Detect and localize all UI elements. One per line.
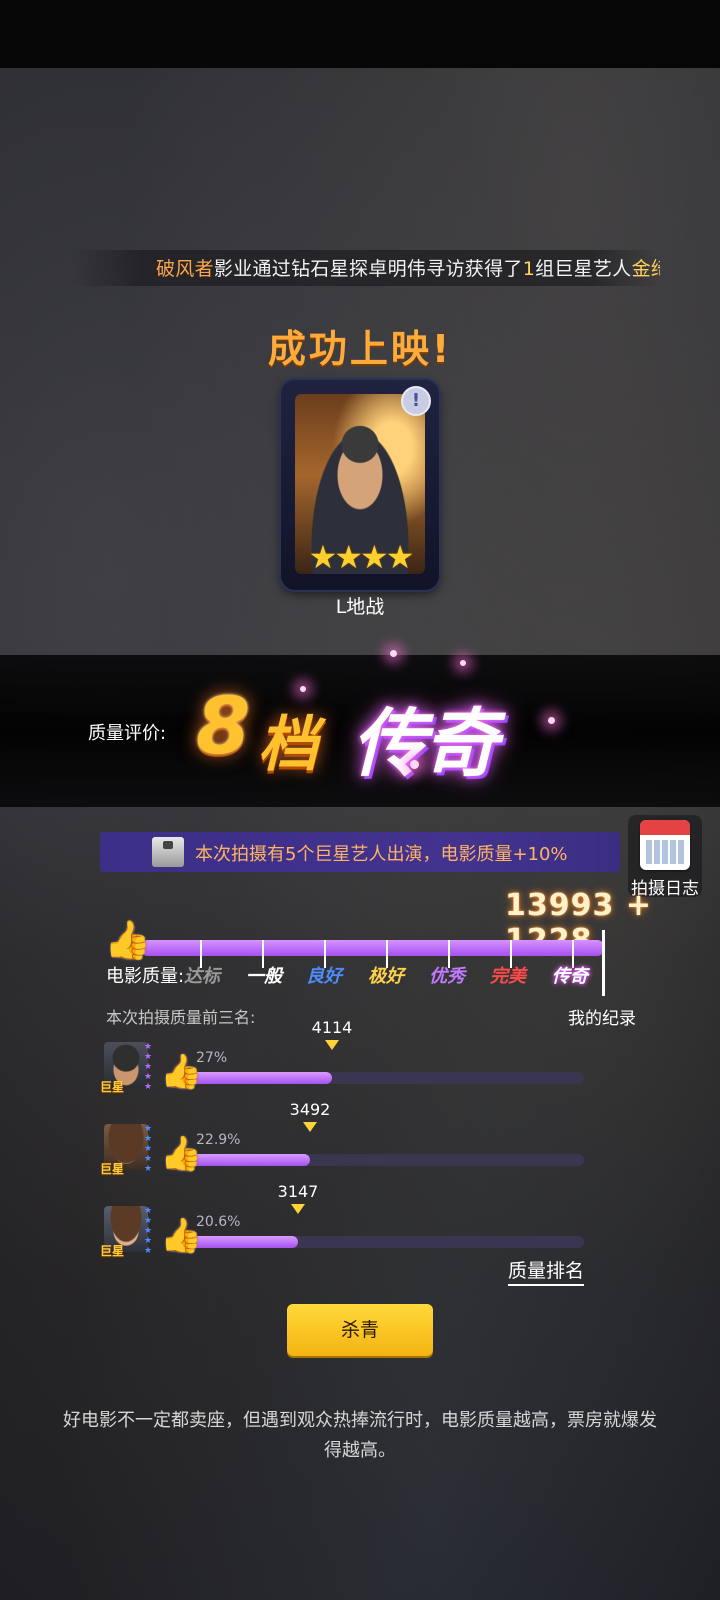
thumbs-up-icon: 👍 (160, 1134, 203, 1174)
level-label: 极好 (368, 966, 404, 987)
actor-quality-percent: 20.6% (196, 1214, 241, 1230)
my-record-label: 我的纪录 (568, 1009, 636, 1029)
level-label: 良好 (306, 966, 342, 987)
bonus-text: 本次拍摄有5个巨星艺人出演，电影质量+10% (195, 844, 568, 865)
ticker-middle: 影业通过钻石星探卓明伟寻访获得了 (213, 258, 523, 280)
actor-quality-percent: 22.9% (196, 1132, 241, 1148)
superstar-tag: 巨星 (100, 1080, 125, 1094)
card-stars: ★★★★ (308, 538, 415, 576)
actor-quality-score: 4114 (311, 1018, 353, 1037)
score-plus: + (625, 888, 652, 923)
score-marker-icon (325, 1040, 339, 1050)
actor-quality-score: 3147 (277, 1182, 319, 1201)
quality-ranking-link[interactable]: 质量排名 (508, 1256, 585, 1286)
score-base: 13993 (505, 888, 615, 923)
actor-quality-bar (190, 1236, 584, 1248)
movie-card[interactable]: ! ★★★★ (281, 380, 439, 590)
actor-quality-fill (190, 1072, 332, 1084)
actor-stars: ★★★★★ (144, 1042, 153, 1092)
grade-number: 8 (196, 682, 251, 772)
thumbs-up-icon: 👍 (160, 1052, 203, 1092)
ticker-text: 破风者影业通过钻石星探卓明伟寻访获得了1组巨星艺人金绮灵 (156, 254, 660, 281)
actor-quality-fill (190, 1154, 310, 1166)
grade-word: 传奇 (352, 701, 498, 787)
camera-light-icon (152, 837, 184, 867)
actor-quality-fill (190, 1236, 298, 1248)
movie-quality-label: 电影质量: (106, 966, 185, 987)
score-marker-icon (291, 1204, 305, 1214)
thumbs-up-icon: 👍 (104, 918, 152, 962)
sparkle-effect (460, 660, 466, 666)
tip-text: 好电影不一定都卖座，但遇到观众热捧流行时，电影质量越高，票房就爆发得越高。 (63, 1410, 657, 1461)
actor-stars: ★★★★★ (144, 1206, 153, 1256)
actor-quality-percent: 27% (196, 1050, 228, 1066)
quality-progress-bar (140, 940, 605, 956)
sparkle-effect (548, 717, 555, 724)
top3-title: 本次拍摄质量前三名: (106, 1008, 256, 1027)
sparkle-effect (300, 686, 306, 692)
actor-quality-bar (190, 1072, 584, 1084)
info-badge-icon[interactable]: ! (401, 386, 431, 416)
movie-name: L地战 (335, 596, 385, 618)
calendar-header (640, 820, 690, 835)
screen: 破风者影业通过钻石星探卓明伟寻访获得了1组巨星艺人金绮灵 成功上映! ! ★★★… (0, 0, 720, 1600)
grade-unit: 档 (258, 710, 318, 780)
level-label: 一般 (246, 966, 282, 987)
my-record-marker (602, 930, 605, 996)
actor-stars: ★★★★★ (144, 1124, 153, 1174)
superstar-tag: 巨星 (100, 1244, 125, 1258)
calendar-grid (646, 840, 684, 864)
wrap-button[interactable]: 杀青 (287, 1304, 433, 1356)
ticker-studio: 破风者 (156, 258, 214, 280)
ticker-after-count: 组巨星艺人 (535, 258, 632, 280)
superstar-tag: 巨星 (100, 1162, 125, 1176)
thumbs-up-icon: 👍 (160, 1216, 203, 1256)
status-bar (0, 0, 720, 68)
quality-label: 质量评价: (88, 723, 167, 744)
ticker-star: 金绮灵 (631, 258, 660, 280)
release-title: 成功上映! (267, 327, 453, 371)
level-label: 达标 (184, 966, 220, 987)
score-marker-icon (303, 1122, 317, 1132)
actor-quality-score: 3492 (289, 1100, 331, 1119)
news-ticker: 破风者影业通过钻石星探卓明伟寻访获得了1组巨星艺人金绮灵 (70, 250, 660, 286)
ticker-count: 1 (522, 258, 536, 280)
level-label: 传奇 (552, 966, 588, 987)
calendar-icon[interactable] (640, 820, 690, 870)
level-label: 优秀 (429, 966, 465, 987)
level-label: 完美 (490, 966, 526, 987)
sparkle-effect (410, 760, 419, 769)
actor-quality-bar (190, 1154, 584, 1166)
sparkle-effect (390, 650, 397, 657)
